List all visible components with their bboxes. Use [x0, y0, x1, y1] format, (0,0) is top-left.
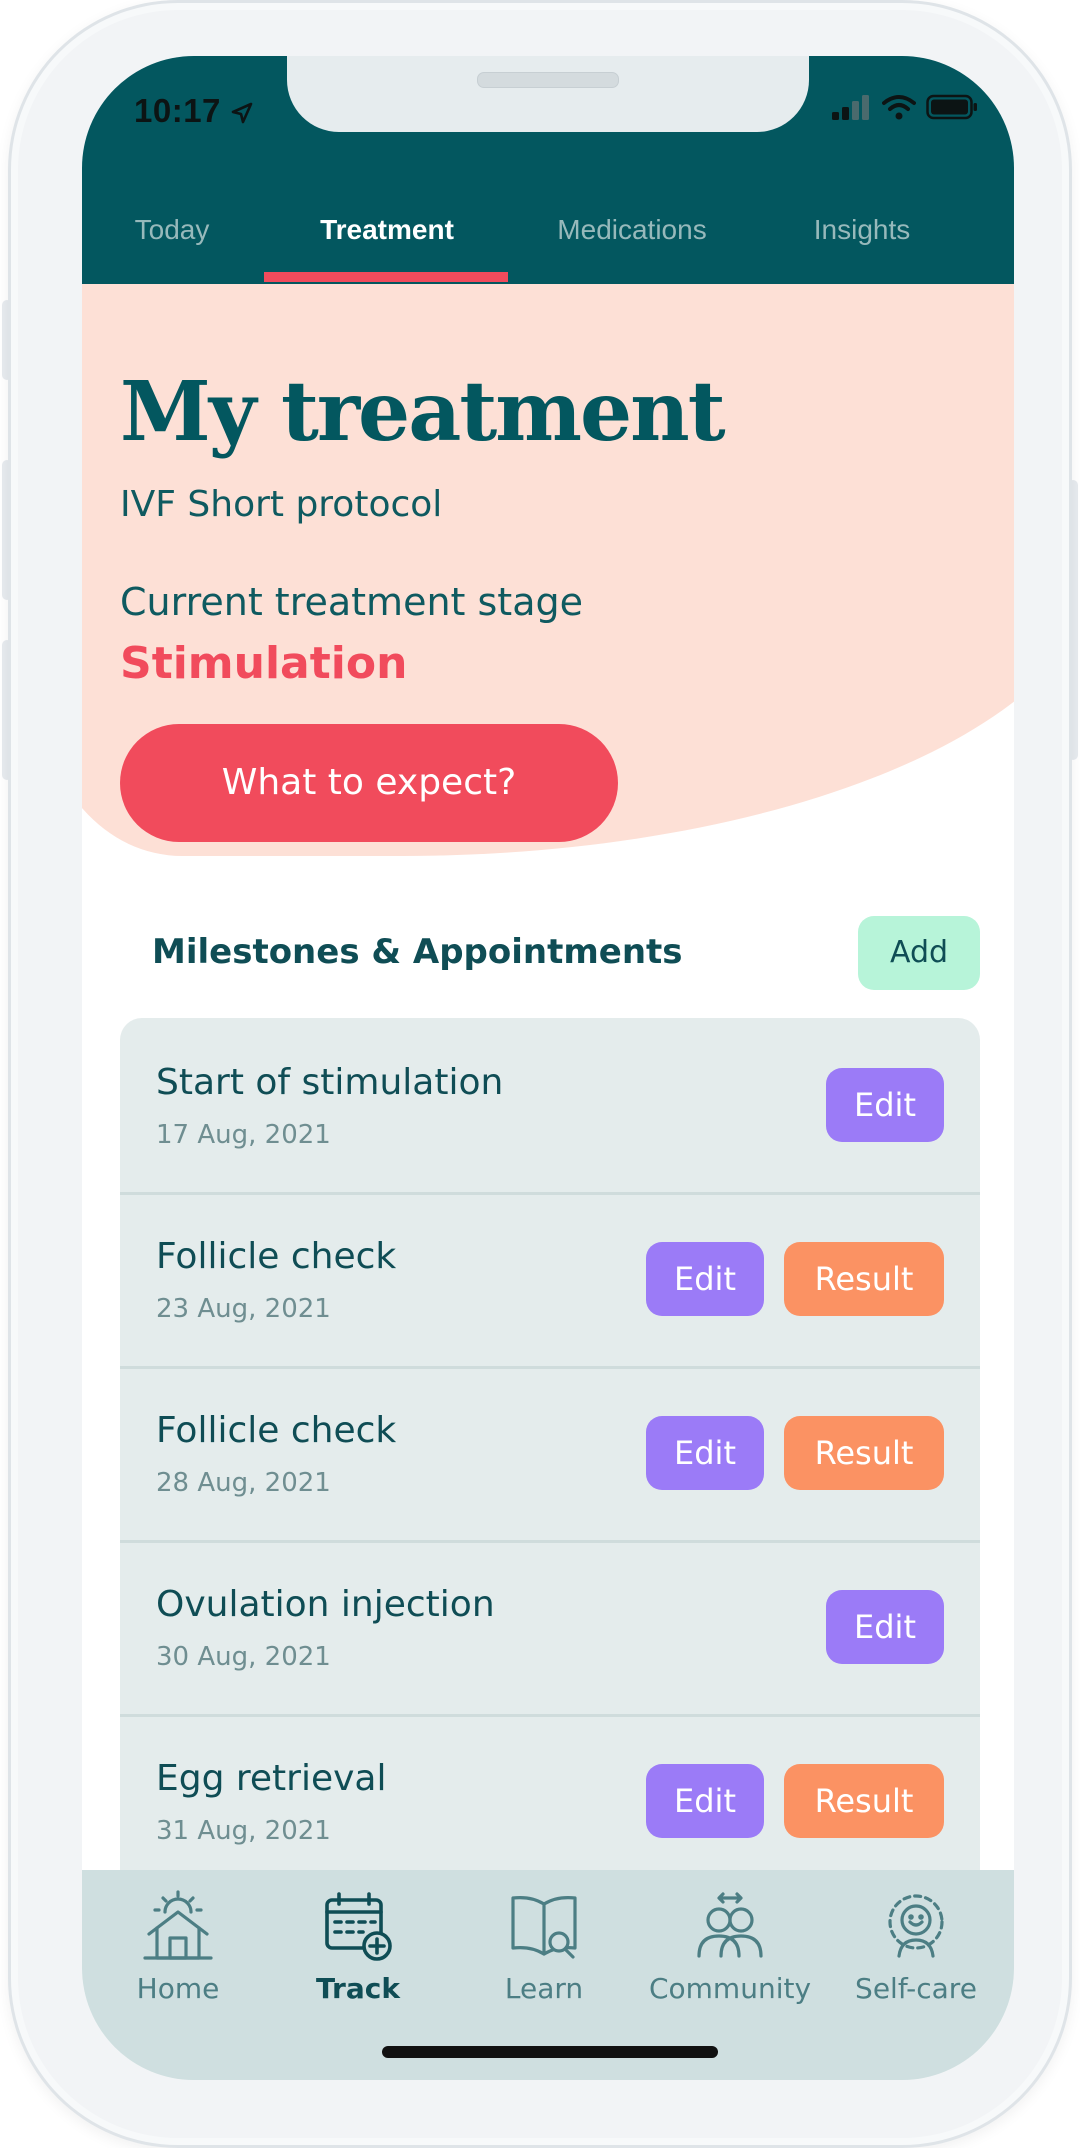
- list-item: Follicle check 23 Aug, 2021 Edit Result: [120, 1192, 980, 1369]
- edit-button[interactable]: Edit: [646, 1764, 764, 1838]
- nav-track[interactable]: Track: [268, 1890, 448, 2005]
- status-icons: [832, 94, 978, 120]
- milestones-heading: Milestones & Appointments: [152, 932, 683, 972]
- calendar-plus-icon: [325, 1892, 392, 1961]
- milestone-title: Follicle check: [156, 1410, 397, 1451]
- tab-medications[interactable]: Medications: [512, 196, 752, 284]
- edit-button[interactable]: Edit: [646, 1242, 764, 1316]
- result-button[interactable]: Result: [784, 1242, 944, 1316]
- nav-label: Home: [136, 1972, 220, 2005]
- tab-insights[interactable]: Insights: [752, 196, 972, 284]
- wifi-icon: [882, 95, 916, 120]
- edit-button[interactable]: Edit: [826, 1590, 944, 1664]
- milestone-date: 31 Aug, 2021: [156, 1816, 331, 1846]
- nav-community[interactable]: Community: [640, 1890, 820, 2005]
- active-tab-indicator: [264, 272, 508, 282]
- milestone-title: Start of stimulation: [156, 1062, 504, 1103]
- result-button[interactable]: Result: [784, 1416, 944, 1490]
- edit-button[interactable]: Edit: [826, 1068, 944, 1142]
- device-notch: [287, 56, 809, 132]
- list-item: Start of stimulation 17 Aug, 2021 Edit: [120, 1018, 980, 1195]
- tab-bar: Today Treatment Medications Insights: [82, 196, 1014, 284]
- milestone-date: 30 Aug, 2021: [156, 1642, 331, 1672]
- nav-learn[interactable]: Learn: [454, 1890, 634, 2005]
- milestone-date: 17 Aug, 2021: [156, 1120, 331, 1150]
- phone-screen: 10:17 Today Treatment Medications Insigh…: [82, 56, 1014, 2080]
- phone-frame: 10:17 Today Treatment Medications Insigh…: [8, 0, 1072, 2148]
- milestone-title: Ovulation injection: [156, 1584, 495, 1625]
- location-arrow-icon: [231, 102, 252, 124]
- list-item: Follicle check 28 Aug, 2021 Edit Result: [120, 1366, 980, 1543]
- home-indicator[interactable]: [382, 2046, 718, 2058]
- result-button[interactable]: Result: [784, 1764, 944, 1838]
- milestone-date: 28 Aug, 2021: [156, 1468, 331, 1498]
- nav-label: Learn: [504, 1972, 584, 2005]
- tab-today[interactable]: Today: [82, 196, 262, 284]
- book-search-icon: [511, 1896, 577, 1959]
- self-care-icon: [888, 1894, 944, 1958]
- list-item: Egg retrieval 31 Aug, 2021 Edit Result: [120, 1714, 980, 1891]
- stage-label: Current treatment stage: [120, 580, 583, 624]
- what-to-expect-button[interactable]: What to expect?: [120, 724, 618, 842]
- cellular-signal-icon: [832, 95, 869, 120]
- add-milestone-button[interactable]: Add: [858, 916, 980, 990]
- nav-label: Community: [648, 1972, 812, 2005]
- battery-icon: [926, 94, 977, 120]
- tab-treatment[interactable]: Treatment: [262, 196, 512, 284]
- nav-label: Track: [316, 1972, 400, 2005]
- protocol-name: IVF Short protocol: [120, 484, 443, 525]
- list-item: Ovulation injection 30 Aug, 2021 Edit: [120, 1540, 980, 1717]
- milestone-title: Follicle check: [156, 1236, 397, 1277]
- earpiece-speaker: [477, 72, 619, 88]
- people-icon: [697, 1892, 763, 1958]
- status-time: 10:17: [134, 92, 253, 130]
- milestone-date: 23 Aug, 2021: [156, 1294, 331, 1324]
- stage-value: Stimulation: [120, 638, 408, 689]
- page-title: My treatment: [120, 364, 726, 460]
- edit-button[interactable]: Edit: [646, 1416, 764, 1490]
- home-sun-icon: [143, 1890, 213, 1960]
- nav-self-care[interactable]: Self-care: [826, 1890, 1006, 2005]
- nav-label: Self-care: [855, 1972, 977, 2005]
- milestone-title: Egg retrieval: [156, 1758, 387, 1799]
- nav-home[interactable]: Home: [88, 1890, 268, 2005]
